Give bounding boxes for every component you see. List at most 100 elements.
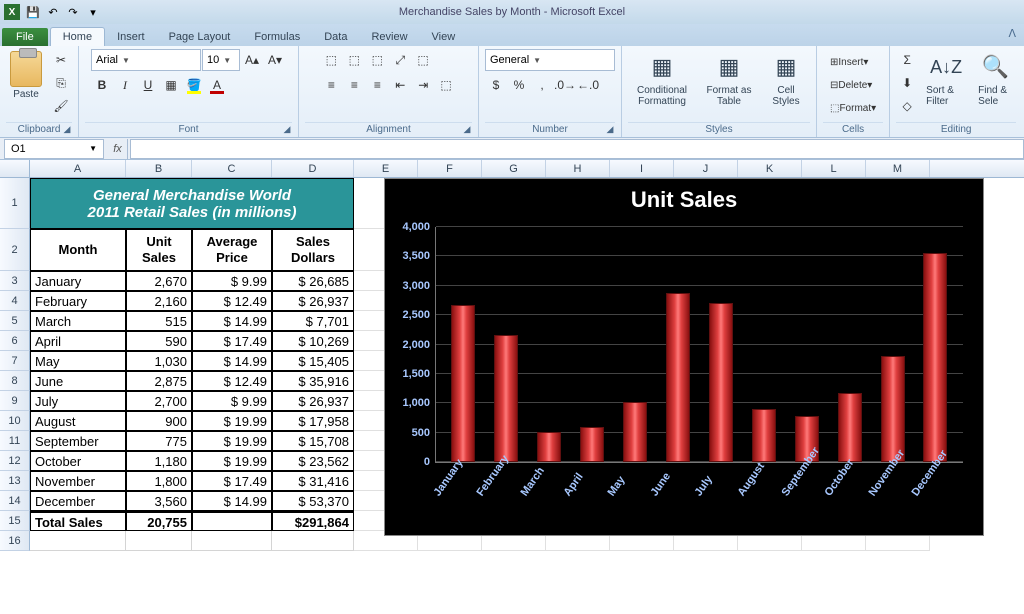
- column-header-B[interactable]: B: [126, 160, 192, 177]
- tab-insert[interactable]: Insert: [105, 28, 157, 46]
- cell-total-price[interactable]: [192, 511, 272, 531]
- cell-dollars[interactable]: $ 15,708: [272, 431, 354, 451]
- row-header[interactable]: 6: [0, 331, 30, 351]
- chart-bar[interactable]: [451, 305, 475, 462]
- cell-units[interactable]: 1,180: [126, 451, 192, 471]
- column-header-H[interactable]: H: [546, 160, 610, 177]
- cell-price[interactable]: $ 14.99: [192, 311, 272, 331]
- tab-file[interactable]: File: [2, 28, 48, 46]
- merge-center-button[interactable]: ⬚: [435, 74, 456, 96]
- row-header[interactable]: 15: [0, 511, 30, 531]
- fill-color-button[interactable]: 🪣: [183, 74, 205, 96]
- number-launcher[interactable]: ◢: [605, 124, 615, 134]
- cell-dollars[interactable]: $ 31,416: [272, 471, 354, 491]
- column-header-J[interactable]: J: [674, 160, 738, 177]
- tab-formulas[interactable]: Formulas: [242, 28, 312, 46]
- worksheet-grid[interactable]: ABCDEFGHIJKLM 1General Merchandise World…: [0, 160, 1024, 614]
- format-cells-button[interactable]: ⬚ Format ▾: [823, 97, 883, 119]
- header-dollars[interactable]: Sales Dollars: [272, 229, 354, 271]
- number-format-combo[interactable]: General▼: [485, 49, 615, 71]
- fx-icon[interactable]: fx: [108, 139, 128, 159]
- cell-month[interactable]: March: [30, 311, 126, 331]
- copy-icon[interactable]: ⎘: [50, 72, 72, 94]
- increase-font-icon[interactable]: A▴: [241, 49, 263, 71]
- column-header-K[interactable]: K: [738, 160, 802, 177]
- chart-bar[interactable]: [494, 335, 518, 462]
- chart-bar[interactable]: [881, 356, 905, 462]
- align-right-icon[interactable]: ≡: [366, 74, 388, 96]
- cell-month[interactable]: June: [30, 371, 126, 391]
- chart-bar[interactable]: [838, 393, 862, 462]
- percent-icon[interactable]: %: [508, 74, 530, 96]
- chart-bar[interactable]: [580, 427, 604, 462]
- align-middle-icon[interactable]: ⬚: [343, 49, 365, 71]
- delete-cells-button[interactable]: ⊟ Delete ▾: [823, 74, 879, 96]
- column-header-A[interactable]: A: [30, 160, 126, 177]
- row-header[interactable]: 4: [0, 291, 30, 311]
- redo-icon[interactable]: ↷: [64, 3, 82, 21]
- format-as-table-button[interactable]: ▦Format as Table: [700, 49, 758, 109]
- column-header-C[interactable]: C: [192, 160, 272, 177]
- row-header[interactable]: 2: [0, 229, 30, 271]
- embedded-chart[interactable]: Unit Sales 05001,0001,5002,0002,5003,000…: [384, 178, 984, 536]
- paste-button[interactable]: Paste: [6, 49, 46, 102]
- qat-customize-icon[interactable]: ▾: [84, 3, 102, 21]
- cut-icon[interactable]: ✂: [50, 49, 72, 71]
- clipboard-launcher[interactable]: ◢: [62, 124, 72, 134]
- orientation-icon[interactable]: ⤢: [389, 49, 411, 71]
- select-all-corner[interactable]: [0, 160, 30, 177]
- chart-bar[interactable]: [623, 402, 647, 463]
- tab-view[interactable]: View: [420, 28, 468, 46]
- cell-styles-button[interactable]: ▦Cell Styles: [762, 49, 810, 109]
- row-header[interactable]: 3: [0, 271, 30, 291]
- column-header-E[interactable]: E: [354, 160, 418, 177]
- cell-price[interactable]: $ 12.49: [192, 371, 272, 391]
- cell-dollars[interactable]: $ 23,562: [272, 451, 354, 471]
- cell-month[interactable]: November: [30, 471, 126, 491]
- chart-bar[interactable]: [537, 432, 561, 462]
- column-header-F[interactable]: F: [418, 160, 482, 177]
- format-painter-icon[interactable]: 🖌: [50, 95, 72, 117]
- cell-dollars[interactable]: $ 35,916: [272, 371, 354, 391]
- cell[interactable]: [192, 531, 272, 551]
- cell-dollars[interactable]: $ 17,958: [272, 411, 354, 431]
- row-header[interactable]: 12: [0, 451, 30, 471]
- name-box[interactable]: O1▼: [4, 139, 104, 159]
- font-launcher[interactable]: ◢: [282, 124, 292, 134]
- cell-dollars[interactable]: $ 53,370: [272, 491, 354, 511]
- cell-price[interactable]: $ 19.99: [192, 431, 272, 451]
- cell-month[interactable]: September: [30, 431, 126, 451]
- cell-month[interactable]: January: [30, 271, 126, 291]
- cell-units[interactable]: 2,160: [126, 291, 192, 311]
- decrease-decimal-icon[interactable]: ←.0: [577, 74, 599, 96]
- cell-dollars[interactable]: $ 7,701: [272, 311, 354, 331]
- align-bottom-icon[interactable]: ⬚: [366, 49, 388, 71]
- cell-units[interactable]: 1,800: [126, 471, 192, 491]
- cell-month[interactable]: May: [30, 351, 126, 371]
- cell-dollars[interactable]: $ 15,405: [272, 351, 354, 371]
- find-select-button[interactable]: 🔍Find & Sele: [974, 49, 1016, 109]
- cell-units[interactable]: 2,670: [126, 271, 192, 291]
- title-merged-cell[interactable]: General Merchandise World2011 Retail Sal…: [30, 178, 354, 229]
- border-button[interactable]: ▦: [160, 74, 182, 96]
- font-size-combo[interactable]: 10▼: [202, 49, 240, 71]
- row-header[interactable]: 7: [0, 351, 30, 371]
- column-header-L[interactable]: L: [802, 160, 866, 177]
- cell-month[interactable]: December: [30, 491, 126, 511]
- decrease-font-icon[interactable]: A▾: [264, 49, 286, 71]
- increase-decimal-icon[interactable]: .0→: [554, 74, 576, 96]
- chart-bar[interactable]: [923, 253, 947, 462]
- tab-page-layout[interactable]: Page Layout: [157, 28, 243, 46]
- font-name-combo[interactable]: Arial▼: [91, 49, 201, 71]
- row-header[interactable]: 10: [0, 411, 30, 431]
- cell-month[interactable]: October: [30, 451, 126, 471]
- cell-total-units[interactable]: 20,755: [126, 511, 192, 531]
- cell-units[interactable]: 2,700: [126, 391, 192, 411]
- cell-price[interactable]: $ 19.99: [192, 451, 272, 471]
- help-icon[interactable]: ᐱ: [1008, 27, 1016, 40]
- row-header[interactable]: 5: [0, 311, 30, 331]
- cell[interactable]: [30, 531, 126, 551]
- fill-icon[interactable]: ⬇: [896, 72, 918, 94]
- align-center-icon[interactable]: ≡: [343, 74, 365, 96]
- cell-dollars[interactable]: $ 10,269: [272, 331, 354, 351]
